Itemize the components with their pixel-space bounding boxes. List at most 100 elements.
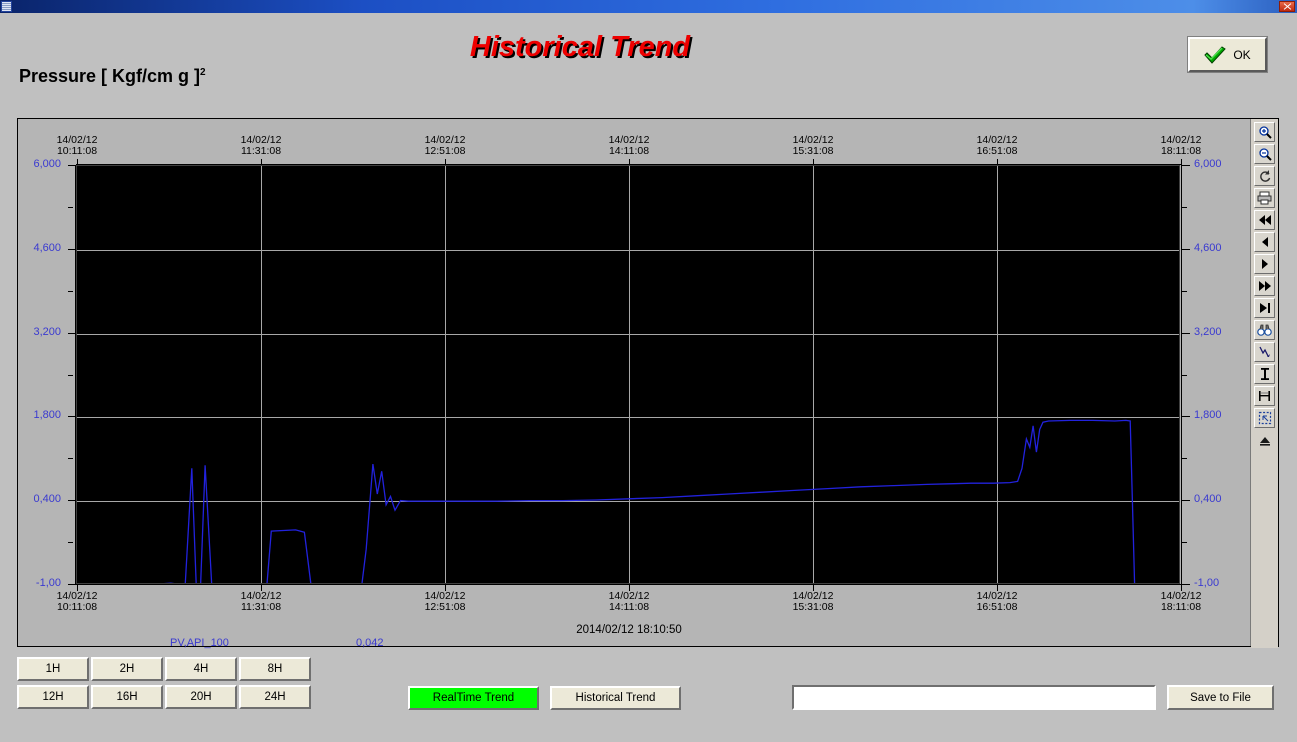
save-controls: Save to File (792, 685, 1274, 710)
y-axis-minor-tick (1182, 542, 1187, 544)
x-axis-label-time: 12:51:08 (424, 601, 466, 613)
fast-forward-icon[interactable] (1254, 276, 1275, 296)
y-axis-minor-tick (68, 290, 73, 292)
rewind-icon[interactable] (1254, 210, 1275, 230)
y-axis-minor-tick (1182, 374, 1187, 376)
chart-unit-superscript: 2 (200, 67, 206, 78)
vertical-cursor-icon[interactable] (1254, 364, 1275, 384)
x-axis-label: 14/02/12 16:51:08 (977, 135, 1018, 157)
y-axis-tick (68, 165, 76, 166)
trend-mode-buttons: RealTime Trend Historical Trend (408, 686, 681, 710)
zoom-out-icon[interactable] (1254, 144, 1275, 164)
trend-chart-canvas[interactable]: 14/02/12 10:11:08 14/02/12 11:31:08 14/02/12… (18, 119, 1251, 649)
y-axis-tick (1182, 584, 1190, 585)
time-range-button-16h[interactable]: 16H (91, 685, 163, 709)
y-axis-tick (68, 416, 76, 418)
y-axis-tick (1182, 248, 1190, 250)
close-icon[interactable] (1279, 1, 1295, 12)
time-range-button-12h[interactable]: 12H (17, 685, 89, 709)
y-axis-tick (1182, 332, 1190, 334)
chart-toolbar (1251, 119, 1278, 648)
y-axis-tick (1182, 416, 1190, 418)
x-axis-label: 14/02/12 10:11:08 (57, 135, 98, 157)
trend-trace-layer (163, 419, 1136, 583)
x-axis-label: 14/02/12 18:11:08 (1161, 591, 1202, 613)
marquee-select-icon[interactable] (1254, 408, 1275, 428)
time-range-button-24h[interactable]: 24H (239, 685, 311, 709)
y-axis-tick (1182, 500, 1190, 502)
refresh-icon[interactable] (1254, 166, 1275, 186)
y-axis-right: 6,000 4,600 3,200 1,800 0,400 -1,00 (1181, 158, 1222, 589)
green-check-icon (1204, 45, 1227, 64)
y-axis-label: 6,000 (33, 158, 61, 170)
historical-trend-window: Historical Trend Pressure [ Kgf/cm g ]2 … (0, 0, 1297, 742)
zoom-in-icon[interactable] (1254, 122, 1275, 142)
y-axis-label: 6,000 (1194, 158, 1222, 170)
x-axis-label: 14/02/12 11:31:08 (241, 135, 282, 157)
x-axis-label-time: 15:31:08 (792, 601, 834, 613)
historical-trend-button[interactable]: Historical Trend (550, 686, 681, 710)
ok-button[interactable]: OK (1188, 37, 1267, 72)
x-axis-label-time: 10:11:08 (56, 601, 98, 613)
x-axis-label-time: 16:51:08 (976, 601, 1018, 613)
time-range-button-20h[interactable]: 20H (165, 685, 237, 709)
chart-unit-label: Pressure [ Kgf/cm g ]2 (19, 66, 206, 87)
horizontal-span-icon[interactable] (1254, 386, 1275, 406)
x-axis-label: 14/02/12 14:11:08 (609, 135, 650, 157)
x-axis-label-time: 12:51:08 (424, 145, 466, 157)
save-filename-input[interactable] (792, 685, 1156, 710)
scroll-up-icon[interactable] (1254, 432, 1275, 450)
x-axis-label: 14/02/12 10:11:08 (57, 591, 98, 613)
y-axis-label: 3,200 (33, 325, 61, 338)
trend-pen-icon[interactable] (1254, 342, 1275, 362)
y-axis-tick (68, 584, 76, 585)
chart-unit-text: Pressure [ Kgf/cm g ] (19, 66, 201, 86)
plot-area[interactable] (76, 165, 1180, 584)
x-axis-bottom: 14/02/12 10:11:08 14/02/12 11:31:08 14/02/12… (57, 584, 1201, 613)
y-axis-minor-tick (68, 206, 73, 208)
page-title: Historical Trend (469, 31, 691, 63)
y-axis-label: -1,00 (35, 577, 61, 589)
x-axis-label: 14/02/12 16:51:08 (977, 591, 1018, 613)
trend-series-line (163, 419, 1136, 583)
app-icon (1, 1, 12, 12)
x-axis-label: 14/02/12 12:51:08 (425, 135, 466, 157)
x-axis-label: 14/02/12 15:31:08 (793, 135, 834, 157)
y-axis-label: 4,600 (1194, 241, 1222, 254)
x-axis-label: 14/02/12 14:11:08 (609, 591, 650, 613)
legend-series-name: PV,API_100 (170, 637, 229, 649)
time-range-button-2h[interactable]: 2H (91, 657, 163, 681)
time-range-button-1h[interactable]: 1H (17, 657, 89, 681)
y-axis-minor-tick (68, 374, 73, 376)
y-axis-left: 6,000 4,600 3,200 1,800 0,400 -1,00 (33, 158, 76, 589)
y-axis-minor-tick (1182, 206, 1187, 208)
save-to-file-button[interactable]: Save to File (1167, 685, 1274, 710)
print-icon[interactable] (1254, 188, 1275, 208)
y-axis-minor-tick (68, 542, 73, 544)
x-axis-label: 14/02/12 11:31:08 (241, 591, 282, 613)
x-axis-label-time: 16:51:08 (976, 145, 1018, 157)
x-axis-label: 14/02/12 12:51:08 (425, 591, 466, 613)
y-axis-label: 1,800 (33, 409, 61, 422)
time-range-button-8h[interactable]: 8H (239, 657, 311, 681)
y-axis-minor-tick (1182, 290, 1187, 292)
step-forward-icon[interactable] (1254, 254, 1275, 274)
time-range-button-4h[interactable]: 4H (165, 657, 237, 681)
x-axis-label-time: 14:11:08 (608, 145, 650, 157)
y-axis-label: -1,00 (1194, 577, 1220, 589)
ok-button-label: OK (1233, 47, 1251, 62)
trend-chart-frame: 14/02/12 10:11:08 14/02/12 11:31:08 14/02/12… (17, 118, 1279, 649)
x-axis-label-time: 18:11:08 (1160, 601, 1202, 613)
realtime-trend-button[interactable]: RealTime Trend (408, 686, 539, 710)
y-axis-tick (1182, 165, 1190, 166)
x-axis-label-time: 11:31:08 (240, 601, 282, 613)
step-back-icon[interactable] (1254, 232, 1275, 252)
y-axis-tick (68, 500, 76, 502)
binoculars-icon[interactable] (1254, 320, 1275, 340)
y-axis-label: 1,800 (1194, 409, 1222, 422)
x-axis-label-time: 14:11:08 (608, 601, 650, 613)
go-to-end-icon[interactable] (1254, 298, 1275, 318)
y-axis-label: 4,600 (33, 241, 61, 254)
y-axis-minor-tick (68, 458, 73, 460)
cursor-timestamp: 2014/02/12 18:10:50 (576, 624, 682, 636)
